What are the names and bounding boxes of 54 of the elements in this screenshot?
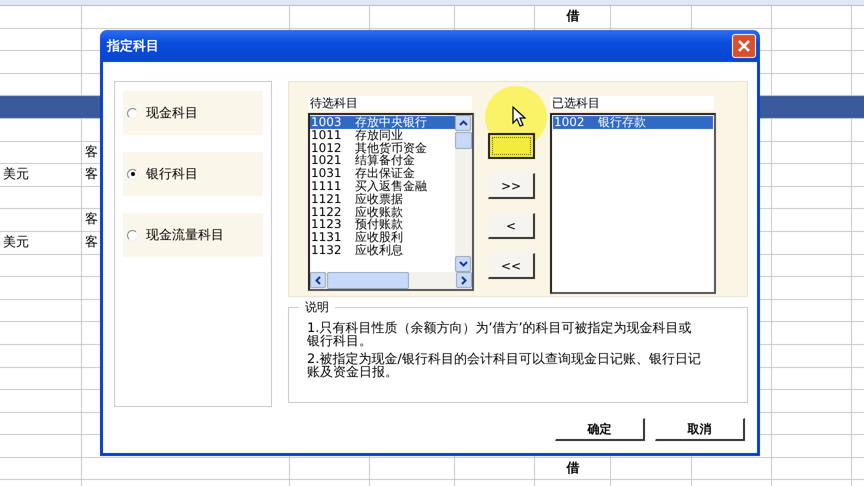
available-list[interactable]: 1003 存放中央银行 1011 存放同业 1012 其他货币资金 1021 结算备付金 1031 存出保证金 1111 买入返售金融 1121 应收票据 1122 应收账款 1123 预付账款 1131 应收股利 1132 应收利息 [308, 113, 474, 291]
list-item[interactable]: 1132 应收利息 [310, 244, 455, 257]
note-text: 2.被指定为现金/银行科目的会计科目可以查询现金日记账、银行日记账及资金日报。 [307, 353, 702, 379]
move-button[interactable]: >> [488, 173, 535, 199]
table-cell-text: 客 [84, 234, 99, 251]
list-item[interactable]: 1123 预付账款 [310, 218, 455, 232]
table-cell-text: 客 [84, 144, 99, 161]
list-label: 待选科目 [308, 96, 472, 110]
cancel-button[interactable]: 取消 [655, 418, 745, 441]
ok-button[interactable]: 确定 [555, 418, 645, 441]
selected-list[interactable]: 1002 银行存款 [550, 113, 716, 294]
radio-option[interactable]: 现金流量科目 [123, 213, 263, 257]
close-icon [737, 39, 751, 53]
move-button[interactable]: << [488, 253, 535, 279]
table-cell-text: 客 [84, 166, 99, 184]
scroll-thumb[interactable] [455, 132, 472, 149]
list-item[interactable]: 1021 结算备付金 [310, 154, 455, 168]
pointer-icon [512, 106, 526, 128]
table-cell-text: 美元 [2, 166, 30, 184]
table-cell-text: 借 [565, 460, 580, 477]
scroll-button[interactable] [455, 115, 471, 131]
table-cell-text: 客 [84, 211, 99, 228]
radio-label: 银行科目 [146, 166, 198, 183]
move-button[interactable]: < [488, 213, 535, 239]
horizontal-scrollbar[interactable] [310, 272, 472, 289]
list-item[interactable]: 1031 存出保证金 [310, 167, 455, 180]
scroll-thumb[interactable] [327, 272, 409, 289]
list-item[interactable]: 1122 应收账款 [310, 206, 455, 218]
scroll-button[interactable] [456, 272, 472, 288]
list-item[interactable]: 1002 银行存款 [553, 116, 713, 129]
radio-label: 现金科目 [146, 105, 198, 122]
note-text: 1.只有科目性质（余额方向）为’借方’的科目可被指定为现金科目或银行科目。 [307, 322, 693, 348]
radio-button[interactable] [127, 168, 138, 180]
group-legend: 说明 [299, 300, 335, 314]
list-item[interactable]: 1012 其他货币资金 [310, 142, 455, 154]
scroll-button[interactable] [455, 256, 471, 272]
close-button[interactable] [732, 34, 756, 58]
radio-option[interactable]: 现金科目 [123, 91, 263, 135]
list-item[interactable]: 1003 存放中央银行 [310, 116, 455, 129]
radio-button[interactable] [127, 230, 138, 240]
scroll-button[interactable] [310, 272, 326, 288]
radio-label: 现金流量科目 [146, 227, 224, 244]
table-cell-text: 美元 [2, 234, 30, 251]
list-item[interactable]: 1121 应收票据 [310, 192, 455, 206]
radio-option[interactable]: 银行科目 [123, 152, 263, 196]
list-label: 已选科目 [550, 96, 714, 110]
radio-button[interactable] [127, 108, 138, 118]
table-cell-text: 借 [565, 8, 580, 25]
list-item[interactable]: 1111 买入返售金融 [310, 180, 455, 193]
window-title: 指定科目 [107, 38, 159, 55]
list-item[interactable]: 1131 应收股利 [310, 231, 455, 244]
vertical-scrollbar[interactable] [455, 115, 472, 272]
list-item[interactable]: 1011 存放同业 [310, 128, 455, 142]
move-button[interactable] [488, 133, 535, 159]
